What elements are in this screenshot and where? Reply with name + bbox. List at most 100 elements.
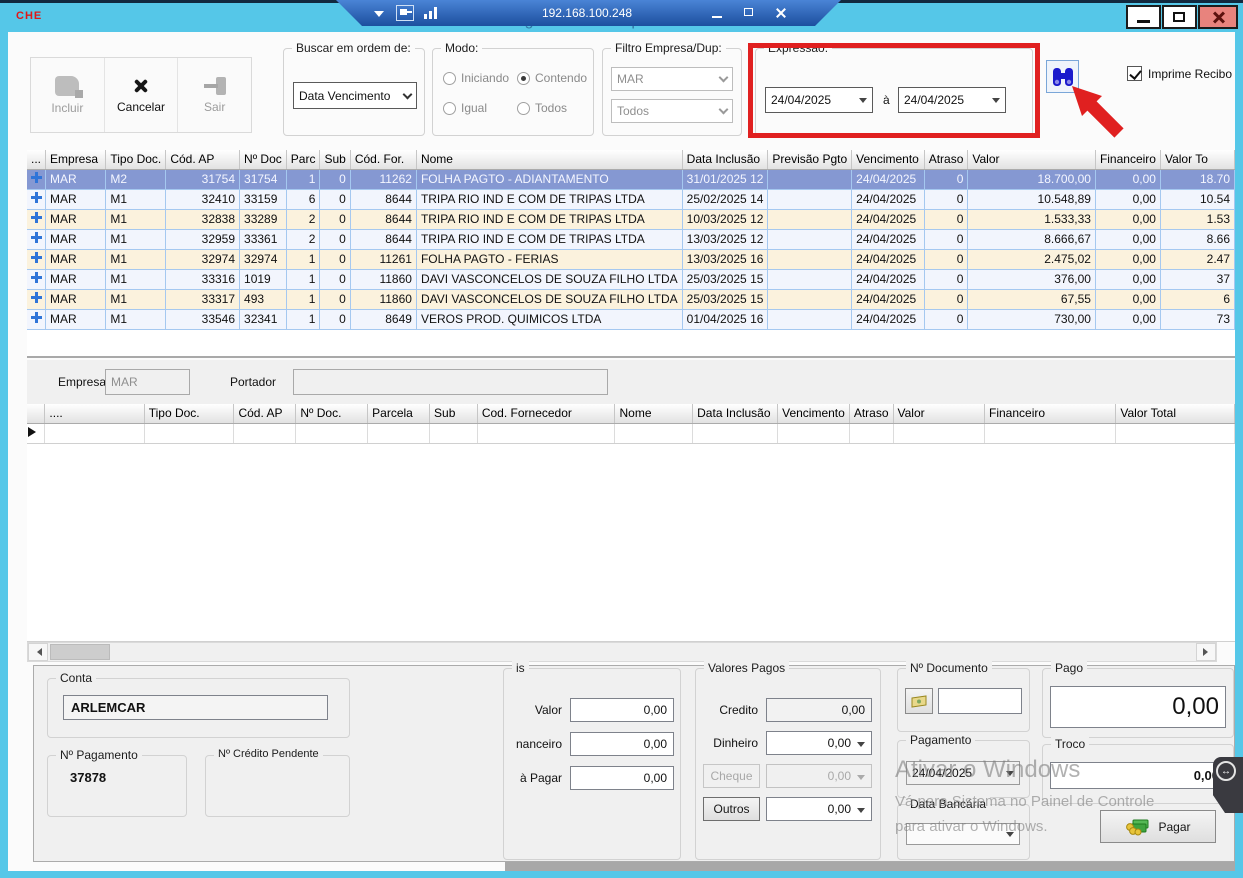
chevron-down-icon[interactable]: [374, 11, 384, 22]
expand-row-plus-icon[interactable]: [31, 252, 42, 263]
grid1-cell: M1: [106, 209, 166, 229]
grid1-column-header[interactable]: Financeiro: [1095, 150, 1160, 169]
buscar-ordem-select[interactable]: Data Vencimento: [293, 82, 417, 109]
grid1-cell: M1: [106, 249, 166, 269]
outros-button[interactable]: Outros: [703, 797, 760, 821]
expand-row-plus-icon[interactable]: [31, 232, 42, 243]
grid1-column-header[interactable]: Valor: [968, 150, 1096, 169]
minimize-button[interactable]: [1126, 5, 1161, 29]
cheque-field[interactable]: 0,00: [766, 764, 872, 788]
financeiro-field[interactable]: 0,00: [570, 732, 674, 756]
incluir-button[interactable]: Incluir: [31, 58, 105, 132]
grid1-cell: 37: [1160, 269, 1234, 289]
radio-igual[interactable]: Igual: [443, 101, 487, 115]
grid1-row[interactable]: MARM13283833289208644TRIPA RIO IND E COM…: [27, 209, 1235, 229]
grid1-column-header[interactable]: Cód. For.: [350, 150, 416, 169]
expand-row-plus-icon[interactable]: [31, 272, 42, 283]
grid1-column-header[interactable]: Empresa: [46, 150, 106, 169]
valor-field[interactable]: 0,00: [570, 698, 674, 722]
date-to-select[interactable]: 24/04/2025: [898, 87, 1006, 113]
horizontal-scrollbar[interactable]: [27, 642, 1217, 662]
grid1-column-header[interactable]: Tipo Doc.: [106, 150, 166, 169]
close-button[interactable]: [1198, 5, 1238, 29]
filtro-dup-select[interactable]: Todos: [611, 99, 733, 123]
expand-row-plus-icon[interactable]: [31, 172, 42, 183]
grid2-column-header[interactable]: Cód. AP: [234, 404, 296, 423]
grid2-column-header[interactable]: ....: [45, 404, 144, 423]
grid1-column-header[interactable]: Atraso: [924, 150, 968, 169]
grid1-row-selected[interactable]: MARM231754317541011262FOLHA PAGTO - ADIA…: [27, 169, 1235, 189]
scroll-right-button[interactable]: [1196, 643, 1216, 661]
grid2-column-header[interactable]: Data Inclusão: [693, 404, 778, 423]
grid1-column-header[interactable]: Nº Doc: [240, 150, 287, 169]
grid2-column-header[interactable]: [27, 404, 45, 423]
grid2-column-header[interactable]: Nº Doc.: [296, 404, 368, 423]
radio-todos[interactable]: Todos: [517, 101, 567, 115]
grid2-column-header[interactable]: Parcela: [368, 404, 430, 423]
grid1-column-header[interactable]: ...: [27, 150, 46, 169]
grid1-row[interactable]: MARM13354632341108649VEROS PROD. QUIMICO…: [27, 309, 1235, 329]
a-pagar-field[interactable]: 0,00: [570, 766, 674, 790]
credito-field[interactable]: 0,00: [766, 698, 872, 722]
grid1-column-header[interactable]: Valor To: [1160, 150, 1234, 169]
grid1-row[interactable]: MARM1333174931011860DAVI VASCONCELOS DE …: [27, 289, 1235, 309]
grid1-row[interactable]: MARM13241033159608644TRIPA RIO IND E COM…: [27, 189, 1235, 209]
maximize-button[interactable]: [1162, 5, 1197, 29]
empresa-field[interactable]: MAR: [105, 369, 190, 395]
grid1-column-header[interactable]: Vencimento: [852, 150, 925, 169]
grid2-column-header[interactable]: Valor Total: [1116, 404, 1235, 423]
search-button[interactable]: [1046, 60, 1079, 93]
grid2-column-header[interactable]: Tipo Doc.: [144, 404, 234, 423]
portador-field[interactable]: [293, 369, 608, 395]
pin-icon[interactable]: [396, 5, 414, 21]
grid1-row[interactable]: MARM132974329741011261FOLHA PAGTO - FERI…: [27, 249, 1235, 269]
grid1-cell: 31754: [240, 169, 287, 189]
expand-row-plus-icon[interactable]: [31, 212, 42, 223]
grid2-column-header[interactable]: Valor: [893, 404, 984, 423]
expand-row-plus-icon[interactable]: [31, 292, 42, 303]
rdp-close-button[interactable]: [771, 5, 793, 21]
expand-row-plus-icon[interactable]: [31, 312, 42, 323]
num-documento-field[interactable]: [938, 688, 1022, 714]
grid1-column-header[interactable]: Previsão Pgto: [768, 150, 852, 169]
grid1-column-header[interactable]: Sub: [320, 150, 350, 169]
pagar-button[interactable]: Pagar: [1100, 810, 1216, 843]
date-from-select[interactable]: 24/04/2025: [765, 87, 873, 113]
grid1-cell: 376,00: [968, 269, 1096, 289]
conta-field[interactable]: ARLEMCAR: [63, 695, 328, 720]
grid2-column-header[interactable]: Nome: [615, 404, 693, 423]
expand-row-plus-icon[interactable]: [31, 192, 42, 203]
radio-iniciando[interactable]: Iniciando: [443, 71, 509, 85]
imprime-recibo-label: Imprime Recibo: [1148, 67, 1232, 81]
filtro-empresa-select[interactable]: MAR: [611, 67, 733, 91]
cheque-button[interactable]: Cheque: [703, 764, 760, 788]
scroll-left-button[interactable]: [28, 643, 48, 661]
rdp-restore-button[interactable]: [739, 5, 761, 21]
grid1-row[interactable]: MARM13295933361208644TRIPA RIO IND E COM…: [27, 229, 1235, 249]
grid1-cell: 0: [924, 229, 968, 249]
grid2-column-header[interactable]: Sub: [430, 404, 478, 423]
grid2-empty-row[interactable]: [27, 423, 1235, 443]
grid1-column-header[interactable]: Cód. AP: [166, 150, 240, 169]
pagamento-date-select[interactable]: 24/04/2025: [906, 761, 1020, 785]
outros-field[interactable]: 0,00: [766, 797, 872, 821]
data-bancaria-select[interactable]: [906, 823, 1020, 845]
grid1-column-header[interactable]: Data Inclusão: [682, 150, 768, 169]
pago-field[interactable]: 0,00: [1050, 686, 1226, 728]
grid1-row[interactable]: MARM13331610191011860DAVI VASCONCELOS DE…: [27, 269, 1235, 289]
scrollbar-thumb[interactable]: [50, 644, 110, 660]
grid1-column-header[interactable]: Nome: [416, 150, 682, 169]
grid1-column-header[interactable]: Parc: [286, 150, 320, 169]
grid2-column-header[interactable]: Atraso: [849, 404, 893, 423]
dinheiro-field[interactable]: 0,00: [766, 731, 872, 755]
documento-lookup-button[interactable]: [905, 688, 933, 714]
grid2-column-header[interactable]: Cod. Fornecedor: [477, 404, 615, 423]
sair-button[interactable]: Sair: [178, 58, 251, 132]
imprime-recibo-checkbox[interactable]: Imprime Recibo: [1127, 66, 1232, 81]
troco-field[interactable]: 0,00: [1050, 762, 1226, 789]
rdp-minimize-button[interactable]: [707, 5, 729, 21]
radio-contendo[interactable]: Contendo: [517, 71, 587, 85]
grid2-column-header[interactable]: Financeiro: [985, 404, 1116, 423]
grid2-column-header[interactable]: Vencimento: [778, 404, 850, 423]
cancelar-button[interactable]: Cancelar: [105, 58, 179, 132]
